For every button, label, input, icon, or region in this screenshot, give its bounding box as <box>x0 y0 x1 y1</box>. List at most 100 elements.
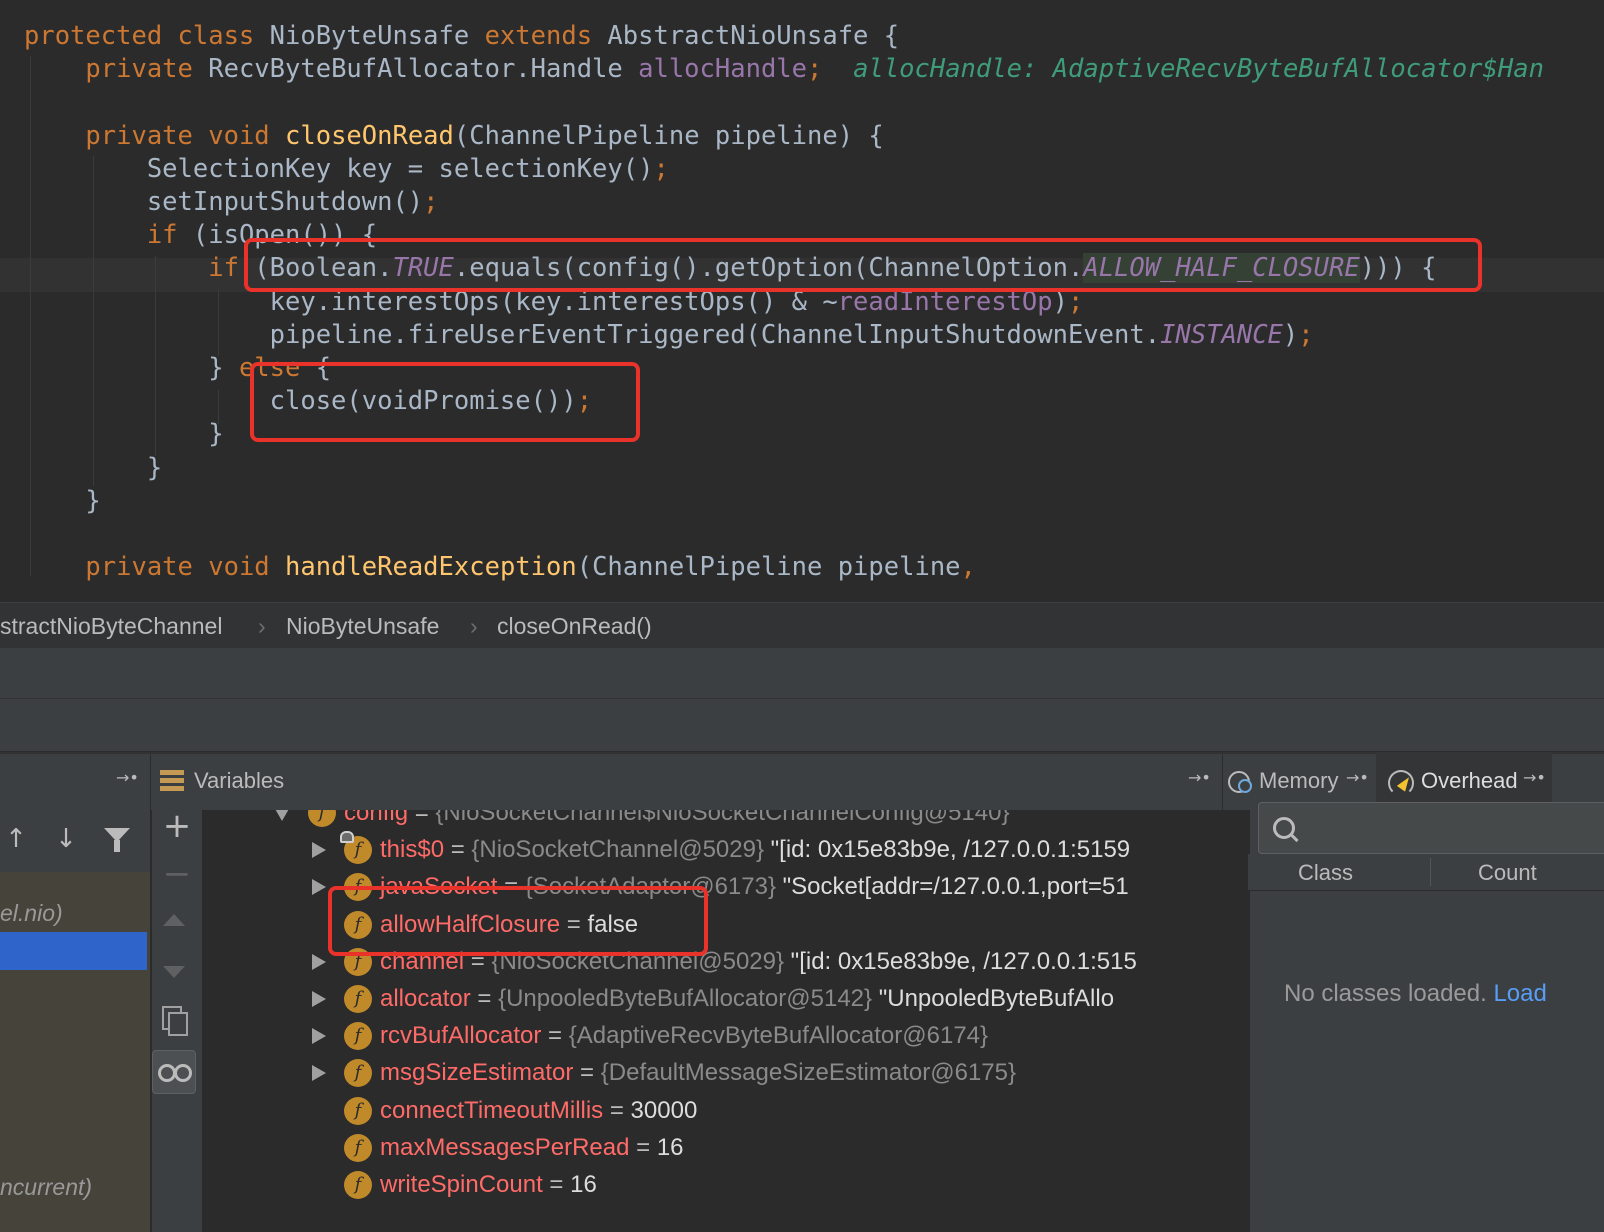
breadcrumb: stractNioByteChannel › NioByteUnsafe › c… <box>0 602 1604 649</box>
frame-item-selected[interactable] <box>0 932 147 970</box>
variable-equals: = <box>444 836 472 864</box>
field-icon: f <box>344 1171 372 1199</box>
column-header-count[interactable]: Count <box>1478 860 1537 886</box>
memory-tab[interactable]: Memory <box>1259 768 1338 794</box>
variable-name: rcvBufAllocator <box>380 1022 542 1050</box>
variable-row[interactable]: f maxMessagesPerRead = 16 <box>202 1129 1248 1167</box>
variables-title: Variables <box>194 768 285 793</box>
column-header-class[interactable]: Class <box>1298 860 1353 886</box>
variable-value: "[id: 0x15e83b9e, /127.0.0.1:5159 <box>763 836 1131 864</box>
class-search-input[interactable] <box>1258 802 1604 854</box>
code-token: allocHandle <box>638 54 808 85</box>
field-icon: f <box>344 1133 372 1162</box>
variable-name: maxMessagesPerRead <box>380 1133 630 1161</box>
code-line[interactable]: protected class NioByteUnsafe extends Ab… <box>24 19 899 53</box>
collapsed-arrow-icon[interactable] <box>312 1028 326 1045</box>
code-token: } <box>24 419 224 450</box>
variable-row[interactable]: f allocator = {UnpooledByteBufAllocator@5… <box>202 980 1248 1018</box>
field-icon: f <box>344 985 372 1013</box>
code-line[interactable]: private void handleReadException(Channel… <box>24 550 975 584</box>
gauge-icon <box>1388 768 1414 796</box>
collapsed-arrow-icon[interactable] <box>312 991 326 1007</box>
variable-name: connectTimeoutMillis <box>380 1096 604 1124</box>
frames-pin-icon[interactable]: →• <box>116 768 139 787</box>
variable-value: 30000 <box>630 1096 698 1124</box>
code-line[interactable]: pipeline.fireUserEventTriggered(ChannelI… <box>24 318 1314 352</box>
code-token: private <box>85 54 209 85</box>
expanded-arrow-icon[interactable] <box>274 810 290 821</box>
variable-row[interactable]: f msgSizeEstimator = {DefaultMessageSizeE… <box>202 1054 1248 1092</box>
variable-row[interactable]: f rcvBufAllocator = {AdaptiveRecvByteBufA… <box>202 1017 1248 1055</box>
show-watches-toggle[interactable] <box>152 1050 196 1094</box>
highlight-box-close-call <box>250 362 640 442</box>
frames-toolbar: ↑ ↓ <box>0 810 150 872</box>
breadcrumb-separator: › <box>258 613 266 639</box>
code-token: SelectionKey key = selectionKey() <box>24 153 654 184</box>
arrow-down-icon[interactable]: ↓ <box>54 824 78 854</box>
code-editor[interactable]: protected class NioByteUnsafe extends Ab… <box>0 0 1604 602</box>
variable-equals: = <box>603 1096 631 1124</box>
breadcrumb-item-class[interactable]: stractNioByteChannel <box>0 613 222 640</box>
remove-watch-icon[interactable]: − <box>160 854 194 894</box>
variables-side-toolbar: + − <box>151 806 203 1232</box>
collapsed-arrow-icon[interactable] <box>312 1065 326 1082</box>
code-token: private void <box>85 120 286 151</box>
code-line[interactable]: SelectionKey key = selectionKey(); <box>24 152 669 186</box>
field-icon: f <box>344 1096 372 1125</box>
code-token: RecvByteBufAllocator.Handle <box>208 54 639 85</box>
code-token: ) <box>1282 319 1299 350</box>
variable-value: 16 <box>570 1171 597 1198</box>
move-up-icon[interactable] <box>163 914 185 926</box>
variable-row[interactable]: f config = {NioSocketChannel$NioSocketCha… <box>202 810 1248 832</box>
variable-type: {DefaultMessageSizeEstimator@6175} <box>600 1059 1017 1087</box>
frame-item[interactable]: el.nio) <box>0 900 63 927</box>
copy-icon[interactable] <box>162 1006 188 1036</box>
field-icon: f <box>308 810 336 827</box>
collapsed-arrow-icon[interactable] <box>312 842 326 859</box>
load-classes-link[interactable]: Load <box>1493 980 1546 1007</box>
code-line[interactable]: } <box>24 484 100 518</box>
memory-panel: Class Count No classes loaded. Load <box>1248 802 1604 1232</box>
frame-item[interactable]: ncurrent) <box>0 1174 92 1201</box>
overhead-pin-icon[interactable]: →• <box>1523 768 1546 787</box>
field-icon: f <box>344 1059 372 1088</box>
variable-equals: = <box>542 1171 571 1198</box>
code-token: pipeline.fireUserEventTriggered(ChannelI… <box>24 319 1161 350</box>
toolbar-strip <box>0 648 1604 699</box>
variable-type: {AdaptiveRecvByteBufAllocator@6174} <box>568 1022 989 1050</box>
filter-icon-stem <box>114 840 120 852</box>
empty-state-text: No classes loaded. <box>1284 980 1494 1007</box>
code-line[interactable]: private RecvByteBufAllocator.Handle allo… <box>24 52 1544 86</box>
variable-equals: = <box>629 1133 657 1161</box>
code-token: } <box>24 452 163 483</box>
variable-name: allocator <box>380 985 471 1012</box>
code-token: if <box>146 220 193 251</box>
variable-type: {UnpooledByteBufAllocator@5142} <box>498 985 873 1012</box>
variable-value: "UnpooledByteBufAllo <box>872 985 1115 1012</box>
variable-equals: = <box>573 1059 601 1087</box>
memory-pin-icon[interactable]: →• <box>1346 768 1369 787</box>
variable-row[interactable]: f writeSpinCount = 16 <box>202 1166 1248 1204</box>
variables-pin-icon[interactable]: →• <box>1188 768 1211 787</box>
code-token: AbstractNioUnsafe { <box>607 21 900 51</box>
collapsed-arrow-icon[interactable] <box>312 953 326 970</box>
code-token: INSTANCE <box>1160 319 1283 350</box>
variable-row[interactable]: f this$0 = {NioSocketChannel@5029} "[id: … <box>202 831 1248 869</box>
overhead-tab[interactable]: Overhead <box>1421 768 1518 794</box>
arrow-up-icon[interactable]: ↑ <box>4 824 28 854</box>
code-line[interactable]: setInputShutdown(); <box>24 185 439 219</box>
variable-row[interactable]: f connectTimeoutMillis = 30000 <box>202 1092 1248 1130</box>
code-line[interactable]: private void closeOnRead(ChannelPipeline… <box>24 119 883 153</box>
add-watch-icon[interactable]: + <box>160 806 194 846</box>
breadcrumb-item-inner-class[interactable]: NioByteUnsafe <box>286 613 439 640</box>
code-token: handleReadException <box>285 552 577 583</box>
code-token: NioByteUnsafe <box>269 21 485 51</box>
move-down-icon[interactable] <box>163 966 185 978</box>
code-line[interactable]: } <box>24 451 162 485</box>
code-line[interactable]: } <box>24 417 224 451</box>
breadcrumb-item-method[interactable]: closeOnRead() <box>497 613 652 640</box>
collapsed-arrow-icon[interactable] <box>312 879 326 896</box>
variable-value: "Socket[addr=/127.0.0.1,port=51 <box>775 873 1129 901</box>
